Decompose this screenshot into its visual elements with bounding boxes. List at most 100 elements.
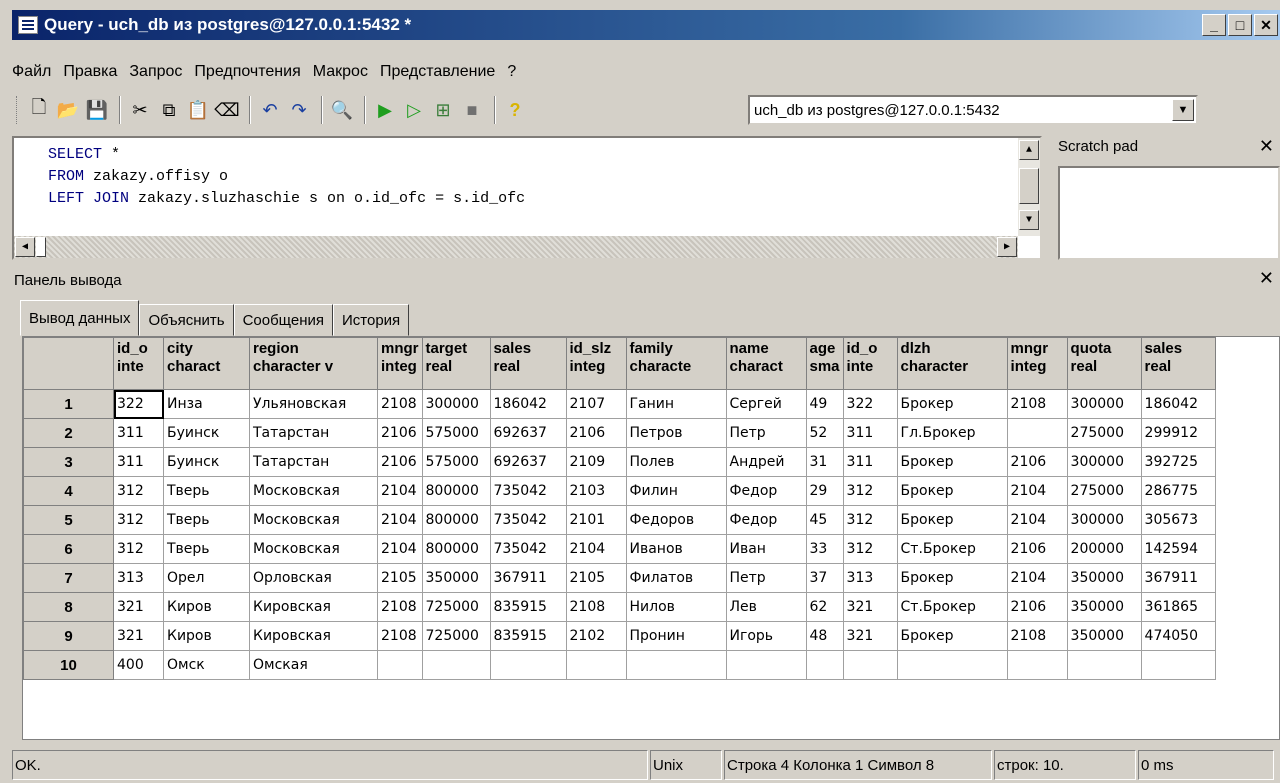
table-cell[interactable]: 311	[842, 447, 898, 477]
scroll-up-icon[interactable]: ▲	[1019, 140, 1039, 160]
row-number[interactable]: 2	[23, 418, 114, 448]
table-cell[interactable]: 735042	[489, 534, 567, 564]
table-cell[interactable]: 313	[842, 563, 898, 593]
table-cell[interactable]: 312	[842, 534, 898, 564]
table-cell[interactable]: 300000	[1066, 505, 1142, 535]
table-cell[interactable]: 300000	[1066, 447, 1142, 477]
table-cell[interactable]: 186042	[489, 389, 567, 419]
column-header[interactable]: mngr integ	[1006, 337, 1068, 390]
title-bar[interactable]: Query - uch_db из postgres@127.0.0.1:543…	[12, 10, 1280, 40]
table-cell[interactable]: 300000	[421, 389, 491, 419]
table-cell[interactable]: 2107	[565, 389, 627, 419]
editor-vertical-scrollbar[interactable]: ▲ ▼	[1018, 138, 1040, 236]
execute-icon[interactable]: ▶	[372, 97, 398, 123]
table-cell[interactable]: 312	[113, 534, 164, 564]
table-cell[interactable]: 350000	[421, 563, 491, 593]
table-cell[interactable]: 835915	[489, 621, 567, 651]
table-cell[interactable]: 575000	[421, 418, 491, 448]
result-grid[interactable]: id_o inte city charact region character v mngr…	[22, 336, 1280, 740]
table-cell[interactable]: Нилов	[625, 592, 727, 622]
table-cell[interactable]: Кировская	[249, 621, 378, 651]
close-button[interactable]: ✕	[1254, 14, 1278, 36]
table-cell[interactable]: 62	[805, 592, 844, 622]
table-cell[interactable]: Орел	[163, 563, 250, 593]
open-folder-icon[interactable]: 📂	[55, 97, 81, 123]
table-cell[interactable]: 2109	[565, 447, 627, 477]
table-cell[interactable]	[377, 650, 423, 680]
table-cell[interactable]: Брокер	[896, 389, 1008, 419]
table-cell[interactable]: 322	[113, 389, 164, 419]
close-icon[interactable]: ✕	[1259, 268, 1274, 289]
table-cell[interactable]: Федоров	[625, 505, 727, 535]
table-cell[interactable]: 321	[842, 621, 898, 651]
table-cell[interactable]: Тверь	[163, 505, 250, 535]
table-cell[interactable]: 350000	[1066, 621, 1142, 651]
column-header[interactable]: age sma	[805, 337, 844, 390]
row-number[interactable]: 10	[23, 650, 114, 680]
table-cell[interactable]	[725, 650, 807, 680]
table-cell[interactable]: 2104	[565, 534, 627, 564]
table-cell[interactable]: 725000	[421, 621, 491, 651]
table-cell[interactable]: 321	[842, 592, 898, 622]
table-cell[interactable]: 2106	[1006, 592, 1068, 622]
table-cell[interactable]: 313	[113, 563, 164, 593]
table-cell[interactable]	[1140, 650, 1216, 680]
table-cell[interactable]: Киров	[163, 621, 250, 651]
table-cell[interactable]: 400	[113, 650, 164, 680]
grid-corner[interactable]	[23, 337, 114, 390]
table-cell[interactable]: Тверь	[163, 534, 250, 564]
table-cell[interactable]: 392725	[1140, 447, 1216, 477]
table-cell[interactable]: Орловская	[249, 563, 378, 593]
table-cell[interactable]: 312	[842, 476, 898, 506]
table-cell[interactable]	[421, 650, 491, 680]
table-cell[interactable]: 2104	[377, 476, 423, 506]
copy-icon[interactable]: ⧉	[156, 97, 182, 123]
table-cell[interactable]: Тверь	[163, 476, 250, 506]
table-cell[interactable]: 2108	[377, 621, 423, 651]
table-cell[interactable]: Киров	[163, 592, 250, 622]
minimize-button[interactable]: _	[1202, 14, 1226, 36]
table-cell[interactable]: 367911	[1140, 563, 1216, 593]
row-number[interactable]: 3	[23, 447, 114, 477]
explain-icon[interactable]: ⊞	[430, 97, 456, 123]
table-cell[interactable]: Инза	[163, 389, 250, 419]
table-cell[interactable]: 300000	[1066, 389, 1142, 419]
table-cell[interactable]: 299912	[1140, 418, 1216, 448]
table-cell[interactable]: Петров	[625, 418, 727, 448]
table-cell[interactable]: 350000	[1066, 563, 1142, 593]
table-cell[interactable]	[842, 650, 898, 680]
help-icon[interactable]: ?	[502, 97, 528, 123]
table-cell[interactable]: 575000	[421, 447, 491, 477]
table-cell[interactable]: 2106	[565, 418, 627, 448]
table-cell[interactable]	[1006, 418, 1068, 448]
table-cell[interactable]: Брокер	[896, 505, 1008, 535]
save-icon[interactable]: 💾	[84, 97, 110, 123]
table-cell[interactable]: Брокер	[896, 563, 1008, 593]
column-header[interactable]: name charact	[725, 337, 807, 390]
table-cell[interactable]: 49	[805, 389, 844, 419]
toolbar-grip[interactable]	[16, 96, 20, 124]
table-cell[interactable]: Иванов	[625, 534, 727, 564]
table-cell[interactable]: 692637	[489, 447, 567, 477]
column-header[interactable]: sales real	[489, 337, 567, 390]
row-number[interactable]: 5	[23, 505, 114, 535]
tab-history[interactable]: История	[333, 304, 410, 336]
column-header[interactable]: family characte	[625, 337, 727, 390]
table-cell[interactable]: 275000	[1066, 476, 1142, 506]
table-cell[interactable]: 311	[842, 418, 898, 448]
table-cell[interactable]: Брокер	[896, 621, 1008, 651]
undo-icon[interactable]: ↶	[257, 97, 283, 123]
menu-view[interactable]: Представление	[380, 63, 495, 81]
row-number[interactable]: 4	[23, 476, 114, 506]
table-cell[interactable]	[565, 650, 627, 680]
menu-preferences[interactable]: Предпочтения	[194, 63, 300, 81]
table-cell[interactable]: 311	[113, 447, 164, 477]
table-cell[interactable]: 305673	[1140, 505, 1216, 535]
column-header[interactable]: quota real	[1066, 337, 1142, 390]
table-cell[interactable]: 2108	[377, 592, 423, 622]
table-cell[interactable]: 2106	[377, 447, 423, 477]
editor-horizontal-scrollbar[interactable]: ◀ ▶	[14, 236, 1018, 258]
table-cell[interactable]: 835915	[489, 592, 567, 622]
table-cell[interactable]: 692637	[489, 418, 567, 448]
table-cell[interactable]: 312	[113, 476, 164, 506]
